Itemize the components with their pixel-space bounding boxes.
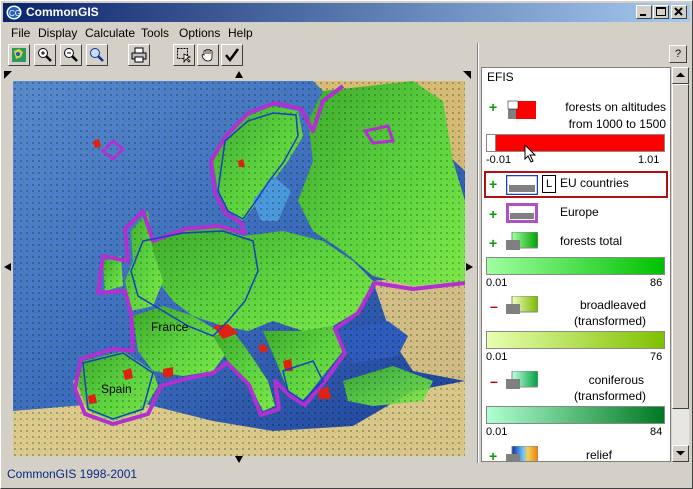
window-title: CommonGIS bbox=[26, 5, 99, 19]
scale-min: 0.01 bbox=[486, 426, 508, 438]
color-scale-bar bbox=[486, 257, 665, 275]
minimize-icon bbox=[640, 14, 646, 16]
zoom-out-icon bbox=[64, 48, 78, 62]
scale-min: -0.01 bbox=[486, 154, 512, 166]
svg-text:CG: CG bbox=[9, 9, 21, 18]
check-button[interactable] bbox=[221, 44, 243, 66]
maximize-icon bbox=[656, 7, 666, 16]
check-icon bbox=[225, 48, 240, 63]
label-toggle-button[interactable]: L bbox=[542, 175, 556, 193]
zoom-in-icon bbox=[38, 48, 52, 62]
europe-map[interactable]: France Spain bbox=[13, 81, 465, 456]
arrow-nw-icon[interactable] bbox=[4, 71, 12, 79]
relief-layer-symbol-icon bbox=[506, 446, 538, 461]
title-bar[interactable]: CG CommonGIS bbox=[3, 3, 690, 22]
menu-help[interactable]: Help bbox=[228, 26, 253, 40]
layer-name-line1: forests on altitudes bbox=[565, 100, 666, 114]
select-icon bbox=[177, 48, 192, 63]
pan-button[interactable] bbox=[197, 44, 219, 66]
mouse-cursor-icon bbox=[524, 144, 537, 163]
layer-name-line1: broadleaved bbox=[579, 298, 646, 312]
collapse-layer-icon[interactable]: – bbox=[490, 298, 498, 314]
scroll-down-button[interactable] bbox=[672, 445, 689, 462]
legend-scrollbar[interactable] bbox=[672, 67, 689, 462]
scale-min: 0.01 bbox=[486, 351, 508, 363]
menu-calculate[interactable]: Calculate bbox=[85, 26, 135, 40]
app-window: CG CommonGIS File Display Calculate Tool… bbox=[0, 0, 693, 489]
eu-layer-symbol-icon bbox=[506, 175, 538, 195]
expand-layer-icon[interactable]: + bbox=[489, 206, 497, 222]
menu-display[interactable]: Display bbox=[38, 26, 77, 40]
menu-tools[interactable]: Tools bbox=[141, 26, 169, 40]
collapse-layer-icon[interactable]: – bbox=[490, 373, 498, 389]
layer-name-line2: from 1000 to 1500 bbox=[568, 117, 666, 131]
scale-max: 76 bbox=[650, 351, 663, 363]
gradient-layer-symbol-icon bbox=[506, 296, 538, 314]
expand-layer-icon[interactable]: + bbox=[489, 235, 497, 251]
layer-name-line2: (transformed) bbox=[573, 314, 646, 328]
help-button[interactable]: ? bbox=[669, 45, 687, 63]
chevron-down-icon bbox=[676, 451, 685, 456]
zoom-extent-icon bbox=[90, 48, 104, 62]
panel-divider[interactable] bbox=[477, 43, 479, 463]
select-button[interactable] bbox=[173, 44, 195, 66]
menu-options[interactable]: Options bbox=[179, 26, 220, 40]
scroll-up-button[interactable] bbox=[672, 67, 689, 84]
scale-min: 0.01 bbox=[486, 277, 508, 289]
legend-panel: EFIS + forests on altitudes from 1000 to… bbox=[481, 67, 671, 462]
zoom-out-button[interactable] bbox=[60, 44, 82, 66]
zoom-in-button[interactable] bbox=[34, 44, 56, 66]
expand-layer-icon[interactable]: + bbox=[489, 99, 497, 115]
legend-title: EFIS bbox=[487, 70, 514, 84]
layer-name: relief bbox=[586, 448, 613, 462]
arrow-down-icon[interactable] bbox=[235, 455, 243, 463]
zoom-extent-button[interactable] bbox=[86, 44, 108, 66]
layer-name-line2: (transformed) bbox=[573, 389, 646, 403]
color-scale-bar bbox=[486, 331, 665, 349]
layer-name: Europe bbox=[560, 205, 599, 219]
print-button[interactable] bbox=[128, 44, 150, 66]
expand-layer-icon[interactable]: + bbox=[489, 176, 497, 192]
map-label-france: France bbox=[151, 320, 189, 334]
pan-hand-icon bbox=[201, 49, 213, 62]
arrow-up-icon[interactable] bbox=[235, 71, 243, 79]
threshold-slider-handle[interactable] bbox=[486, 134, 496, 152]
map-panel[interactable]: France Spain bbox=[4, 71, 473, 463]
menu-bar: File Display Calculate Tools Options Hel… bbox=[3, 23, 690, 42]
gradient-layer-symbol-icon bbox=[506, 371, 538, 389]
scale-max: 86 bbox=[650, 277, 663, 289]
status-bar: CommonGIS 1998-2001 bbox=[7, 467, 138, 481]
globe-button[interactable] bbox=[8, 44, 30, 66]
app-logo-icon: CG bbox=[6, 5, 22, 20]
close-button[interactable] bbox=[671, 5, 687, 19]
layer-name: forests total bbox=[560, 234, 623, 248]
layer-name: EU countries bbox=[560, 176, 629, 190]
scroll-thumb[interactable] bbox=[672, 84, 689, 409]
arrow-left-icon[interactable] bbox=[4, 263, 12, 271]
chevron-up-icon bbox=[676, 72, 685, 77]
arrow-ne-icon[interactable] bbox=[463, 71, 471, 79]
map-label-spain: Spain bbox=[101, 382, 132, 396]
expand-layer-icon[interactable]: + bbox=[489, 448, 497, 461]
menu-file[interactable]: File bbox=[11, 26, 30, 40]
threshold-bar[interactable] bbox=[486, 134, 665, 152]
color-scale-bar bbox=[486, 406, 665, 424]
scale-max: 84 bbox=[650, 426, 663, 438]
maximize-button[interactable] bbox=[653, 5, 669, 19]
arrow-right-icon[interactable] bbox=[465, 263, 473, 271]
toolbar bbox=[3, 42, 471, 68]
globe-icon bbox=[12, 48, 26, 62]
europe-layer-symbol-icon bbox=[506, 203, 538, 223]
minimize-button[interactable] bbox=[636, 5, 652, 19]
print-icon bbox=[131, 47, 147, 63]
layer-symbol-icon bbox=[506, 99, 538, 121]
gradient-layer-symbol-icon bbox=[506, 232, 538, 250]
close-icon bbox=[674, 7, 683, 16]
layer-name-line1: coniferous bbox=[588, 373, 644, 387]
scale-max: 1.01 bbox=[638, 154, 660, 166]
